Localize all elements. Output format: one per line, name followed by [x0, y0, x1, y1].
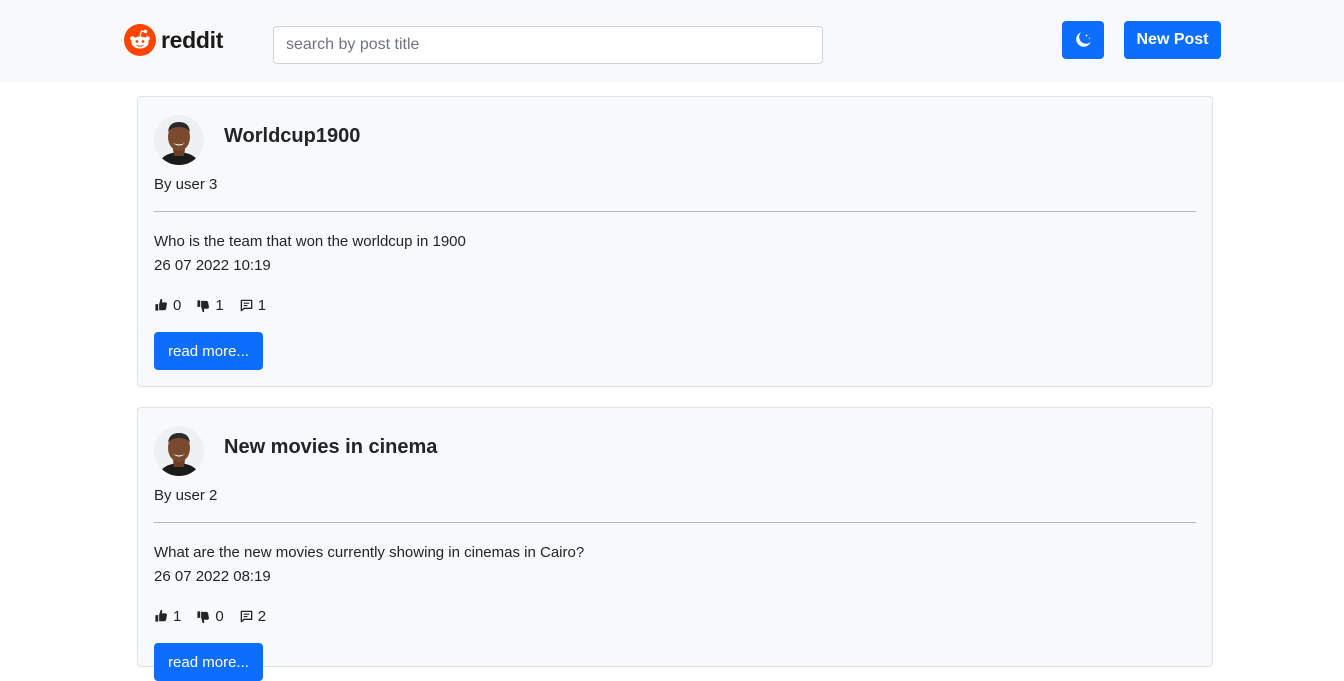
dislike-stat[interactable]: 1 — [196, 297, 224, 314]
post-author: By user 2 — [154, 487, 218, 504]
moon-stars-icon — [1076, 32, 1091, 47]
logo[interactable]: reddit — [124, 24, 223, 56]
post-date: 26 07 2022 08:19 — [154, 568, 271, 585]
thumbs-down-icon — [197, 300, 210, 313]
new-post-button[interactable]: New Post — [1124, 21, 1221, 59]
reddit-logo-icon — [124, 24, 156, 56]
navbar: reddit New Post — [0, 0, 1344, 82]
user-avatar-icon — [154, 115, 204, 165]
avatar — [154, 426, 204, 476]
post-stats: 1 0 2 — [154, 608, 281, 625]
post-author: By user 3 — [154, 176, 218, 193]
comment-count: 1 — [257, 297, 267, 314]
thumbs-up-icon — [155, 609, 167, 622]
post-card: New movies in cinema By user 2 What are … — [137, 407, 1213, 681]
divider — [154, 522, 1196, 523]
divider — [154, 211, 1196, 212]
like-count: 0 — [173, 297, 182, 314]
comment-stat[interactable]: 1 — [239, 297, 266, 314]
logo-text: reddit — [161, 26, 224, 53]
thumbs-up-icon — [155, 298, 167, 311]
read-more-button[interactable]: read more... — [154, 332, 263, 370]
post-body: Who is the team that won the worldcup in… — [154, 233, 466, 250]
dislike-count: 1 — [215, 297, 224, 314]
avatar — [154, 115, 204, 165]
dislike-stat[interactable]: 0 — [196, 608, 224, 625]
post-title[interactable]: New movies in cinema — [224, 436, 437, 459]
read-more-button[interactable]: read more... — [154, 643, 263, 681]
post-body: What are the new movies currently showin… — [154, 544, 585, 561]
like-count: 1 — [173, 608, 182, 625]
comment-icon — [240, 299, 252, 312]
like-stat[interactable]: 0 — [154, 297, 181, 314]
dislike-count: 0 — [215, 608, 224, 625]
user-avatar-icon — [154, 426, 204, 476]
comment-icon — [240, 610, 252, 623]
post-title[interactable]: Worldcup1900 — [224, 125, 360, 148]
post-card: Worldcup1900 By user 3 Who is the team t… — [137, 96, 1213, 387]
search-input[interactable] — [273, 26, 823, 64]
comment-stat[interactable]: 2 — [239, 608, 266, 625]
thumbs-down-icon — [197, 611, 210, 624]
post-date: 26 07 2022 10:19 — [154, 257, 271, 274]
like-stat[interactable]: 1 — [154, 608, 181, 625]
theme-toggle-button[interactable] — [1062, 21, 1104, 59]
comment-count: 2 — [257, 608, 267, 625]
post-stats: 0 1 1 — [154, 297, 281, 314]
